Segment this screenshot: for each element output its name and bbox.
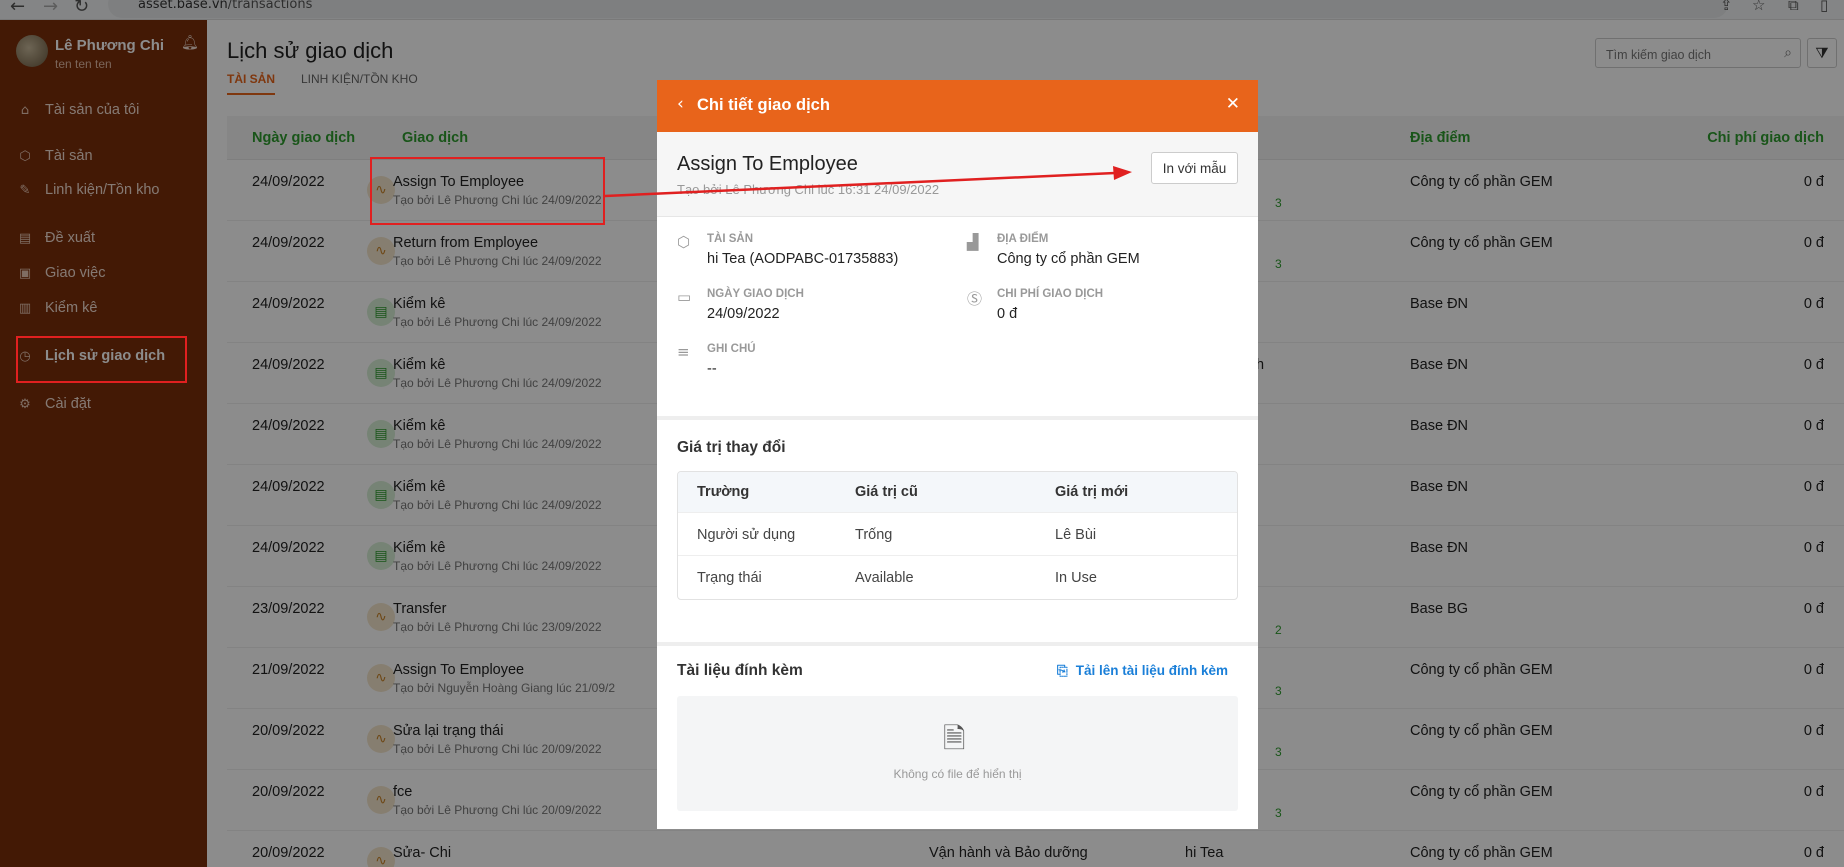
- field-cell: Trạng thái: [697, 570, 762, 586]
- field-value: 0 đ: [997, 306, 1018, 322]
- table-row: Người sử dụng Trống Lê Bùi: [678, 513, 1237, 556]
- calendar-icon: ▭: [677, 288, 692, 306]
- field-value[interactable]: hi Tea (AODPABC-01735883): [707, 251, 898, 267]
- old-value-cell: Available: [855, 570, 914, 586]
- column-header: Trường: [697, 484, 750, 500]
- divider: [657, 642, 1258, 646]
- annotation-highlight-sidebar: [16, 336, 187, 383]
- column-header: Giá trị cũ: [855, 484, 918, 500]
- modal-title: Chi tiết giao dịch: [697, 96, 830, 114]
- chevron-left-icon[interactable]: ‹: [677, 94, 684, 114]
- file-icon: 🗎: [943, 722, 966, 755]
- upload-label: Tải lên tài liệu đính kèm: [1075, 663, 1228, 678]
- modal-header: ‹ Chi tiết giao dịch ✕: [657, 80, 1258, 132]
- close-icon[interactable]: ✕: [1226, 94, 1240, 114]
- field-date: ▭ NGÀY GIAO DỊCH 24/09/2022: [677, 288, 804, 322]
- field-label: TÀI SẢN: [707, 233, 753, 245]
- field-value: Công ty cổ phần GEM: [997, 251, 1140, 267]
- field-value: 24/09/2022: [707, 306, 780, 322]
- old-value-cell: Trống: [855, 527, 893, 543]
- changes-header: Trường Giá trị cũ Giá trị mới: [678, 472, 1237, 513]
- changes-table: Trường Giá trị cũ Giá trị mới Người sử d…: [677, 471, 1238, 600]
- field-label: ĐỊA ĐIỂM: [997, 233, 1049, 245]
- annotation-highlight-row: [370, 157, 605, 225]
- field-label: CHI PHÍ GIAO DỊCH: [997, 288, 1104, 300]
- field-asset: ⬡ TÀI SẢN hi Tea (AODPABC-01735883): [677, 233, 898, 267]
- upload-attachment-link[interactable]: ⎘ Tải lên tài liệu đính kèm: [1057, 663, 1228, 679]
- print-with-template-button[interactable]: In với mẫu: [1151, 152, 1238, 184]
- changes-title: Giá trị thay đổi: [677, 439, 786, 456]
- table-row: Trạng thái Available In Use: [678, 556, 1237, 599]
- field-location: ▟ ĐỊA ĐIỂM Công ty cổ phần GEM: [967, 233, 1140, 267]
- field-label: NGÀY GIAO DỊCH: [707, 288, 804, 300]
- divider: [657, 416, 1258, 420]
- field-value: --: [707, 361, 717, 377]
- column-header: Giá trị mới: [1055, 484, 1129, 500]
- transaction-summary: Assign To Employee Tạo bởi Lê Phương Chi…: [657, 132, 1258, 217]
- empty-state-text: Không có file để hiển thị: [893, 767, 1022, 781]
- new-value-cell: Lê Bùi: [1055, 527, 1097, 543]
- notes-icon: ≡: [677, 343, 690, 361]
- attachments-dropzone[interactable]: 🗎 Không có file để hiển thị: [677, 696, 1238, 811]
- new-value-cell: In Use: [1055, 570, 1097, 586]
- field-label: GHI CHÚ: [707, 343, 756, 355]
- field-note: ≡ GHI CHÚ --: [677, 343, 756, 377]
- transaction-detail-modal: ‹ Chi tiết giao dịch ✕ Assign To Employe…: [657, 80, 1258, 829]
- attachments-title: Tài liệu đính kèm: [677, 662, 803, 679]
- field-cell: Người sử dụng: [697, 527, 796, 543]
- transaction-created-by: Tạo bởi Lê Phương Chi lúc 16:31 24/09/20…: [677, 182, 940, 197]
- building-icon: ▟: [967, 233, 979, 251]
- dollar-icon: Ⓢ: [967, 290, 983, 308]
- paperclip-icon: ⎘: [1056, 663, 1068, 679]
- box-icon: ⬡: [677, 233, 691, 251]
- transaction-name: Assign To Employee: [677, 153, 858, 175]
- field-cost: Ⓢ CHI PHÍ GIAO DỊCH 0 đ: [967, 288, 1103, 322]
